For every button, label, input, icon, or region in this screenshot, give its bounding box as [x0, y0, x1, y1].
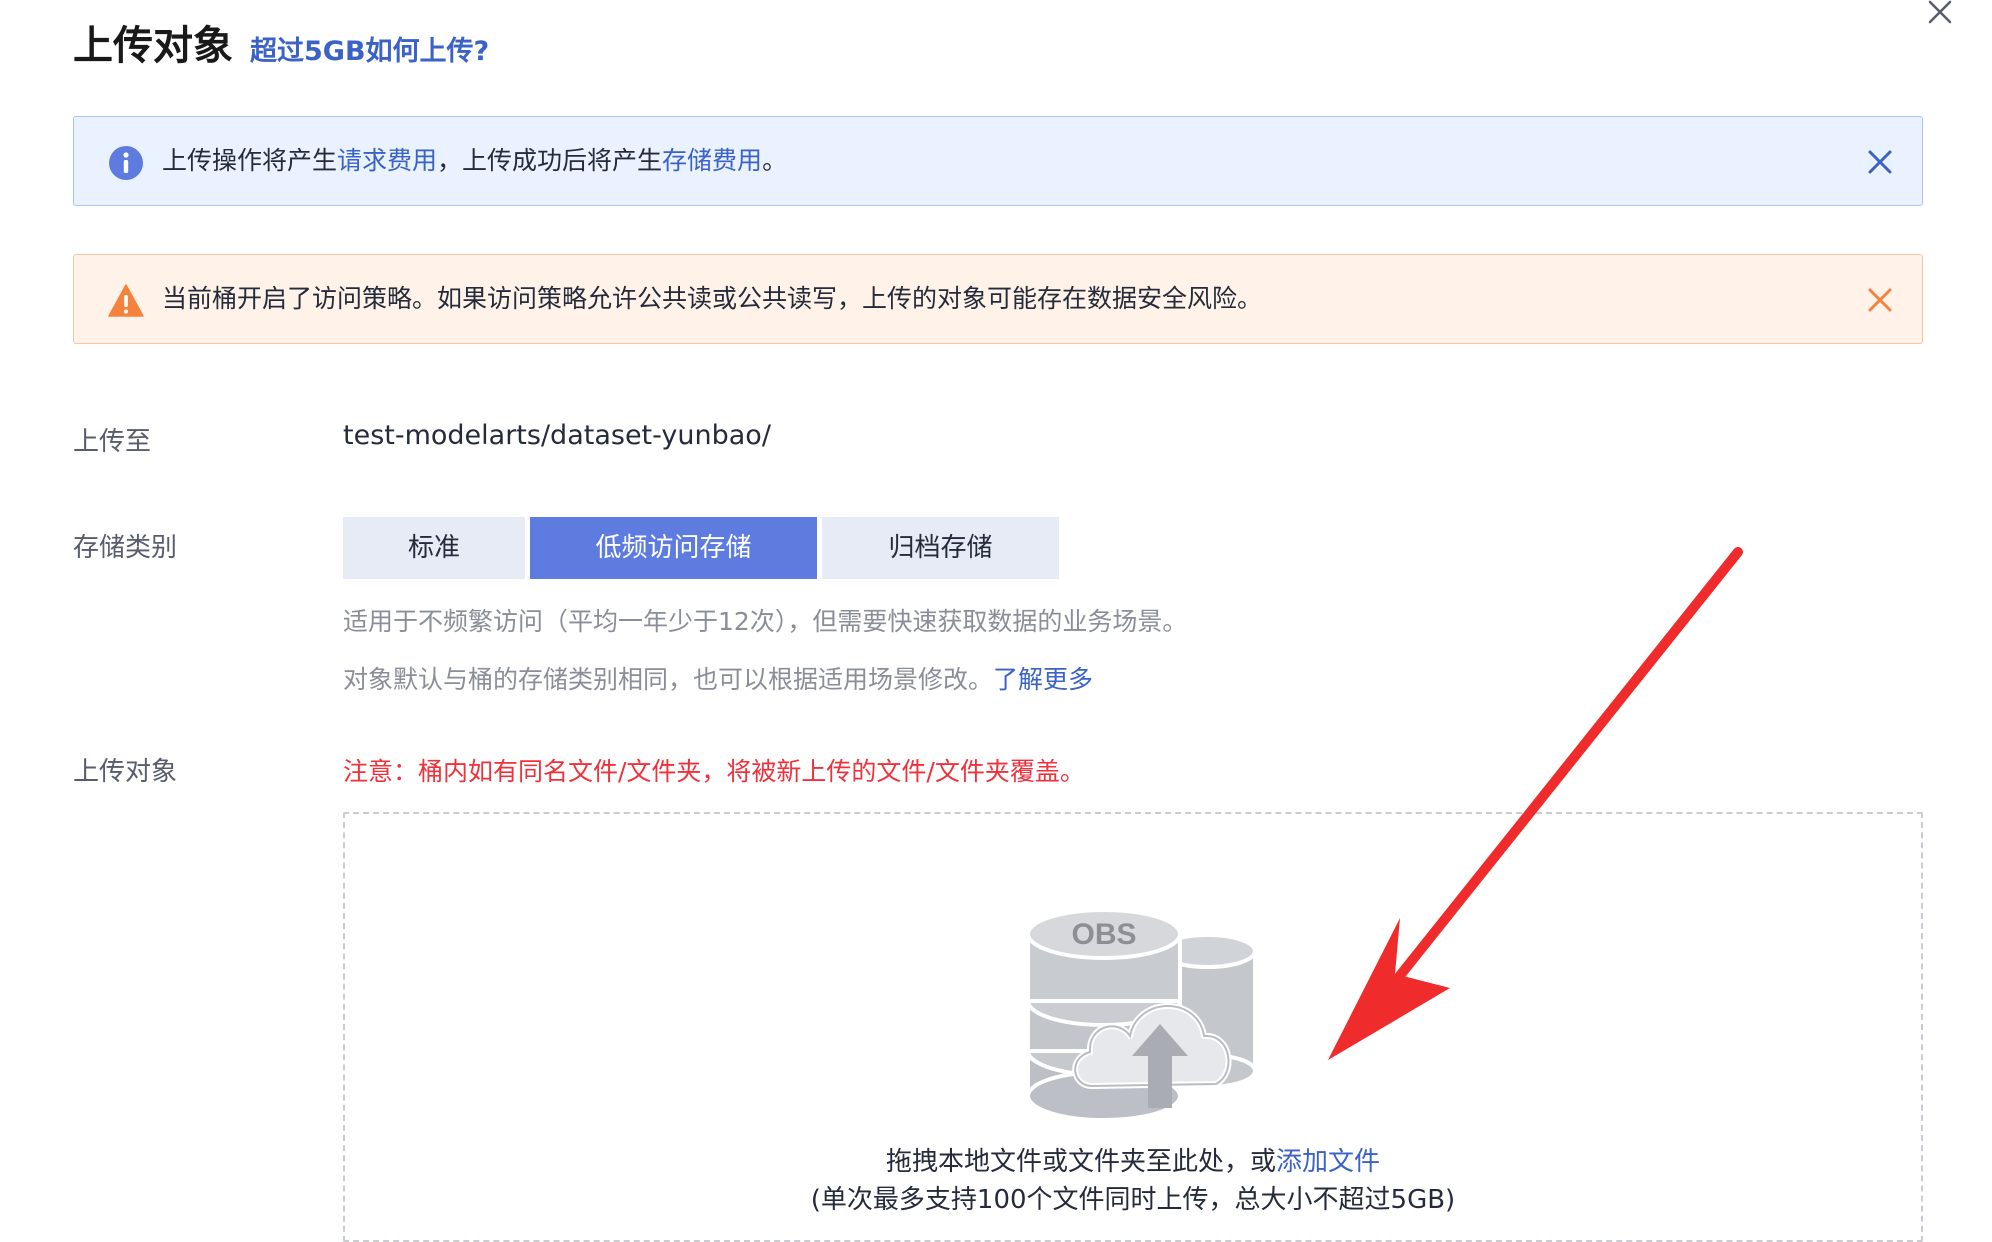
- storage-class-archive[interactable]: 归档存储: [822, 517, 1059, 579]
- info-text-part: ，上传成功后将产生: [437, 146, 663, 175]
- warning-alert-text: 当前桶开启了访问策略。如果访问策略允许公共读或公共读写，上传的对象可能存在数据安…: [162, 284, 1263, 313]
- large-upload-help-link[interactable]: 超过5GB如何上传?: [250, 34, 489, 70]
- storage-class-infrequent-access[interactable]: 低频访问存储: [530, 517, 817, 579]
- info-text-part: 。: [762, 146, 788, 175]
- learn-more-link[interactable]: 了解更多: [993, 665, 1093, 694]
- storage-class-standard[interactable]: 标准: [343, 517, 525, 579]
- add-files-link[interactable]: 添加文件: [1276, 1147, 1380, 1177]
- storage-class-description: 适用于不频繁访问（平均一年少于12次），但需要快速获取数据的业务场景。: [343, 607, 1188, 636]
- upload-object-label: 上传对象: [73, 757, 178, 787]
- dialog-title: 上传对象: [73, 23, 233, 69]
- close-icon[interactable]: [1864, 284, 1896, 316]
- warning-alert: 当前桶开启了访问策略。如果访问策略允许公共读或公共读写，上传的对象可能存在数据安…: [73, 254, 1923, 344]
- dropzone-instruction-text: 拖拽本地文件或文件夹至此处，或: [885, 1147, 1276, 1177]
- close-icon[interactable]: [1864, 146, 1896, 178]
- dropzone-instruction: 拖拽本地文件或文件夹至此处，或添加文件: [345, 1144, 1921, 1180]
- info-text-part: 上传操作将产生: [162, 146, 338, 175]
- storage-class-label: 存储类别: [73, 533, 178, 563]
- obs-label: OBS: [1071, 918, 1136, 951]
- file-dropzone[interactable]: OBS 拖拽本地文件或文件夹至此处，或添加文件 (单次最多支持100个文件同时上…: [343, 812, 1923, 1242]
- warning-icon: [108, 283, 144, 319]
- request-fee-link[interactable]: 请求费用: [337, 146, 437, 175]
- overwrite-warning: 注意：桶内如有同名文件/文件夹，将被新上传的文件/文件夹覆盖。: [343, 757, 1085, 786]
- storage-class-note-text: 对象默认与桶的存储类别相同，也可以根据适用场景修改。: [343, 665, 994, 694]
- info-icon: [108, 145, 144, 181]
- close-icon[interactable]: [1922, 0, 1958, 30]
- info-alert-text: 上传操作将产生请求费用，上传成功后将产生存储费用。: [162, 141, 787, 181]
- upload-path-value: test-modelarts/dataset-yunbao/: [343, 420, 771, 451]
- info-alert: 上传操作将产生请求费用，上传成功后将产生存储费用。: [73, 116, 1923, 206]
- storage-fee-link[interactable]: 存储费用: [662, 146, 762, 175]
- obs-upload-icon: OBS: [1020, 896, 1270, 1126]
- dropzone-limit-note: (单次最多支持100个文件同时上传，总大小不超过5GB): [810, 1185, 1456, 1215]
- storage-class-note: 对象默认与桶的存储类别相同，也可以根据适用场景修改。了解更多: [343, 662, 1093, 698]
- upload-to-label: 上传至: [73, 427, 152, 457]
